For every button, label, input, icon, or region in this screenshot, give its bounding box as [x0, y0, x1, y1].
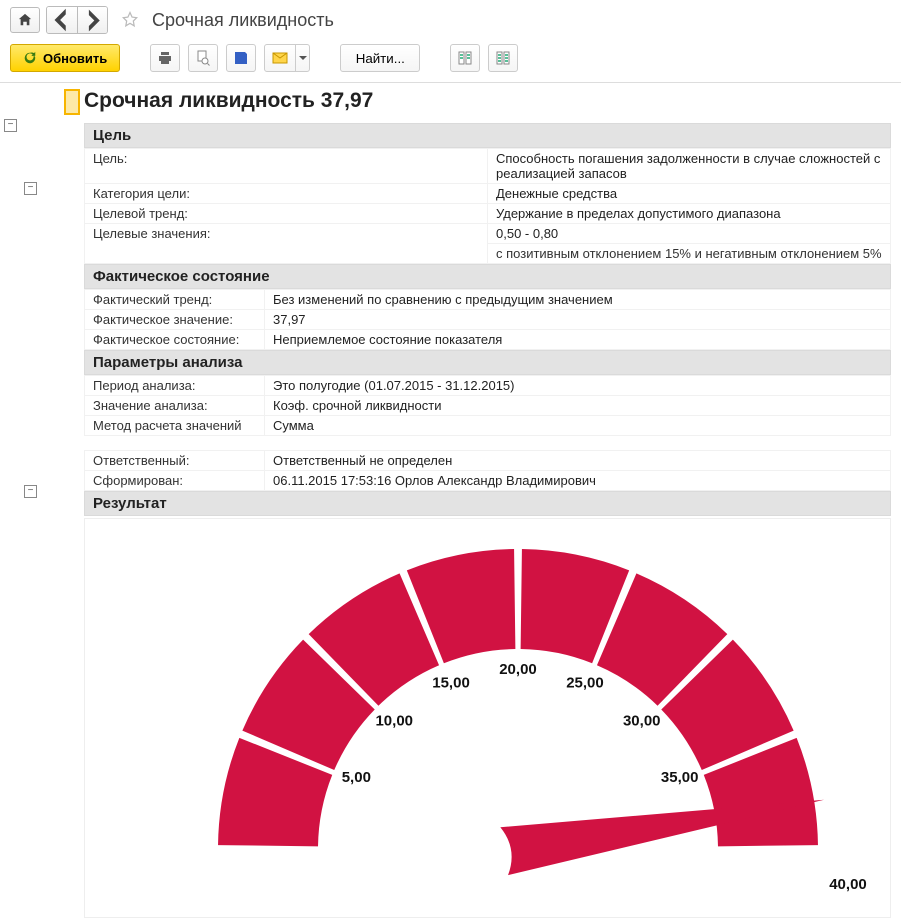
gauge-chart: 5,00 10,00 15,00 20,00 25,00 30,00 35,00 40,00 [84, 518, 891, 918]
print-preview-button[interactable] [188, 44, 218, 72]
refresh-label: Обновить [43, 51, 107, 66]
svg-text:35,00: 35,00 [660, 769, 698, 786]
value-actual-value: 37,97 [265, 310, 891, 330]
nav-group [46, 6, 108, 34]
send-mail-menu[interactable] [264, 44, 310, 72]
label-actual-state: Фактическое состояние: [85, 330, 265, 350]
find-button[interactable]: Найти... [340, 44, 420, 72]
mail-icon [265, 50, 295, 66]
tree-collapse-2[interactable]: − [24, 182, 37, 195]
tree-collapse-3[interactable]: − [24, 485, 37, 498]
value-responsible: Ответственный не определен [265, 451, 891, 471]
home-button[interactable] [10, 7, 40, 33]
value-actual-state: Неприемлемое состояние показателя [265, 330, 891, 350]
value-goal: Способность погашения задолженности в сл… [488, 149, 891, 184]
tree-collapse-1[interactable]: − [4, 119, 17, 132]
section-params-header: Параметры анализа [84, 350, 891, 375]
svg-text:25,00: 25,00 [566, 674, 604, 691]
label-responsible: Ответственный: [85, 451, 265, 471]
expand-groups-button[interactable] [488, 44, 518, 72]
label-actual-trend: Фактический тренд: [85, 290, 265, 310]
svg-text:10,00: 10,00 [375, 712, 413, 729]
value-period: Это полугодие (01.07.2015 - 31.12.2015) [265, 376, 891, 396]
value-target-trend: Удержание в пределах допустимого диапазо… [488, 204, 891, 224]
label-target-values: Целевые значения: [85, 224, 488, 264]
svg-text:30,00: 30,00 [622, 712, 660, 729]
svg-text:40,00: 40,00 [829, 876, 867, 893]
svg-text:5,00: 5,00 [341, 769, 370, 786]
svg-text:20,00: 20,00 [499, 661, 537, 678]
label-target-trend: Целевой тренд: [85, 204, 488, 224]
favorite-icon[interactable] [120, 10, 140, 30]
label-category: Категория цели: [85, 184, 488, 204]
label-generated: Сформирован: [85, 471, 265, 491]
label-method: Метод расчета значений [85, 416, 265, 436]
forward-button[interactable] [77, 7, 107, 33]
value-indicator: Коэф. срочной ликвидности [265, 396, 891, 416]
section-result-header: Результат [84, 491, 891, 516]
value-target-values-1: 0,50 - 0,80 [488, 224, 891, 244]
value-category: Денежные средства [488, 184, 891, 204]
goal-table: Цель:Способность погашения задолженности… [84, 148, 891, 264]
collapse-groups-button[interactable] [450, 44, 480, 72]
label-actual-value: Фактическое значение: [85, 310, 265, 330]
refresh-button[interactable]: Обновить [10, 44, 120, 72]
active-row-marker [64, 89, 80, 115]
value-generated: 06.11.2015 17:53:16 Орлов Александр Влад… [265, 471, 891, 491]
actual-table: Фактический тренд:Без изменений по сравн… [84, 289, 891, 350]
section-actual-header: Фактическое состояние [84, 264, 891, 289]
save-button[interactable] [226, 44, 256, 72]
value-method: Сумма [265, 416, 891, 436]
back-button[interactable] [47, 7, 77, 33]
meta-table: Ответственный:Ответственный не определен… [84, 450, 891, 491]
chevron-down-icon [295, 45, 309, 71]
label-period: Период анализа: [85, 376, 265, 396]
value-target-values-2: с позитивным отклонением 15% и негативны… [488, 244, 891, 264]
value-actual-trend: Без изменений по сравнению с предыдущим … [265, 290, 891, 310]
label-goal: Цель: [85, 149, 488, 184]
document-heading: Срочная ликвидность 37,97 [84, 83, 891, 123]
section-goal-header: Цель [84, 123, 891, 148]
page-title: Срочная ликвидность [152, 10, 334, 31]
label-indicator: Значение анализа: [85, 396, 265, 416]
print-button[interactable] [150, 44, 180, 72]
params-table: Период анализа:Это полугодие (01.07.2015… [84, 375, 891, 436]
svg-text:15,00: 15,00 [432, 674, 470, 691]
